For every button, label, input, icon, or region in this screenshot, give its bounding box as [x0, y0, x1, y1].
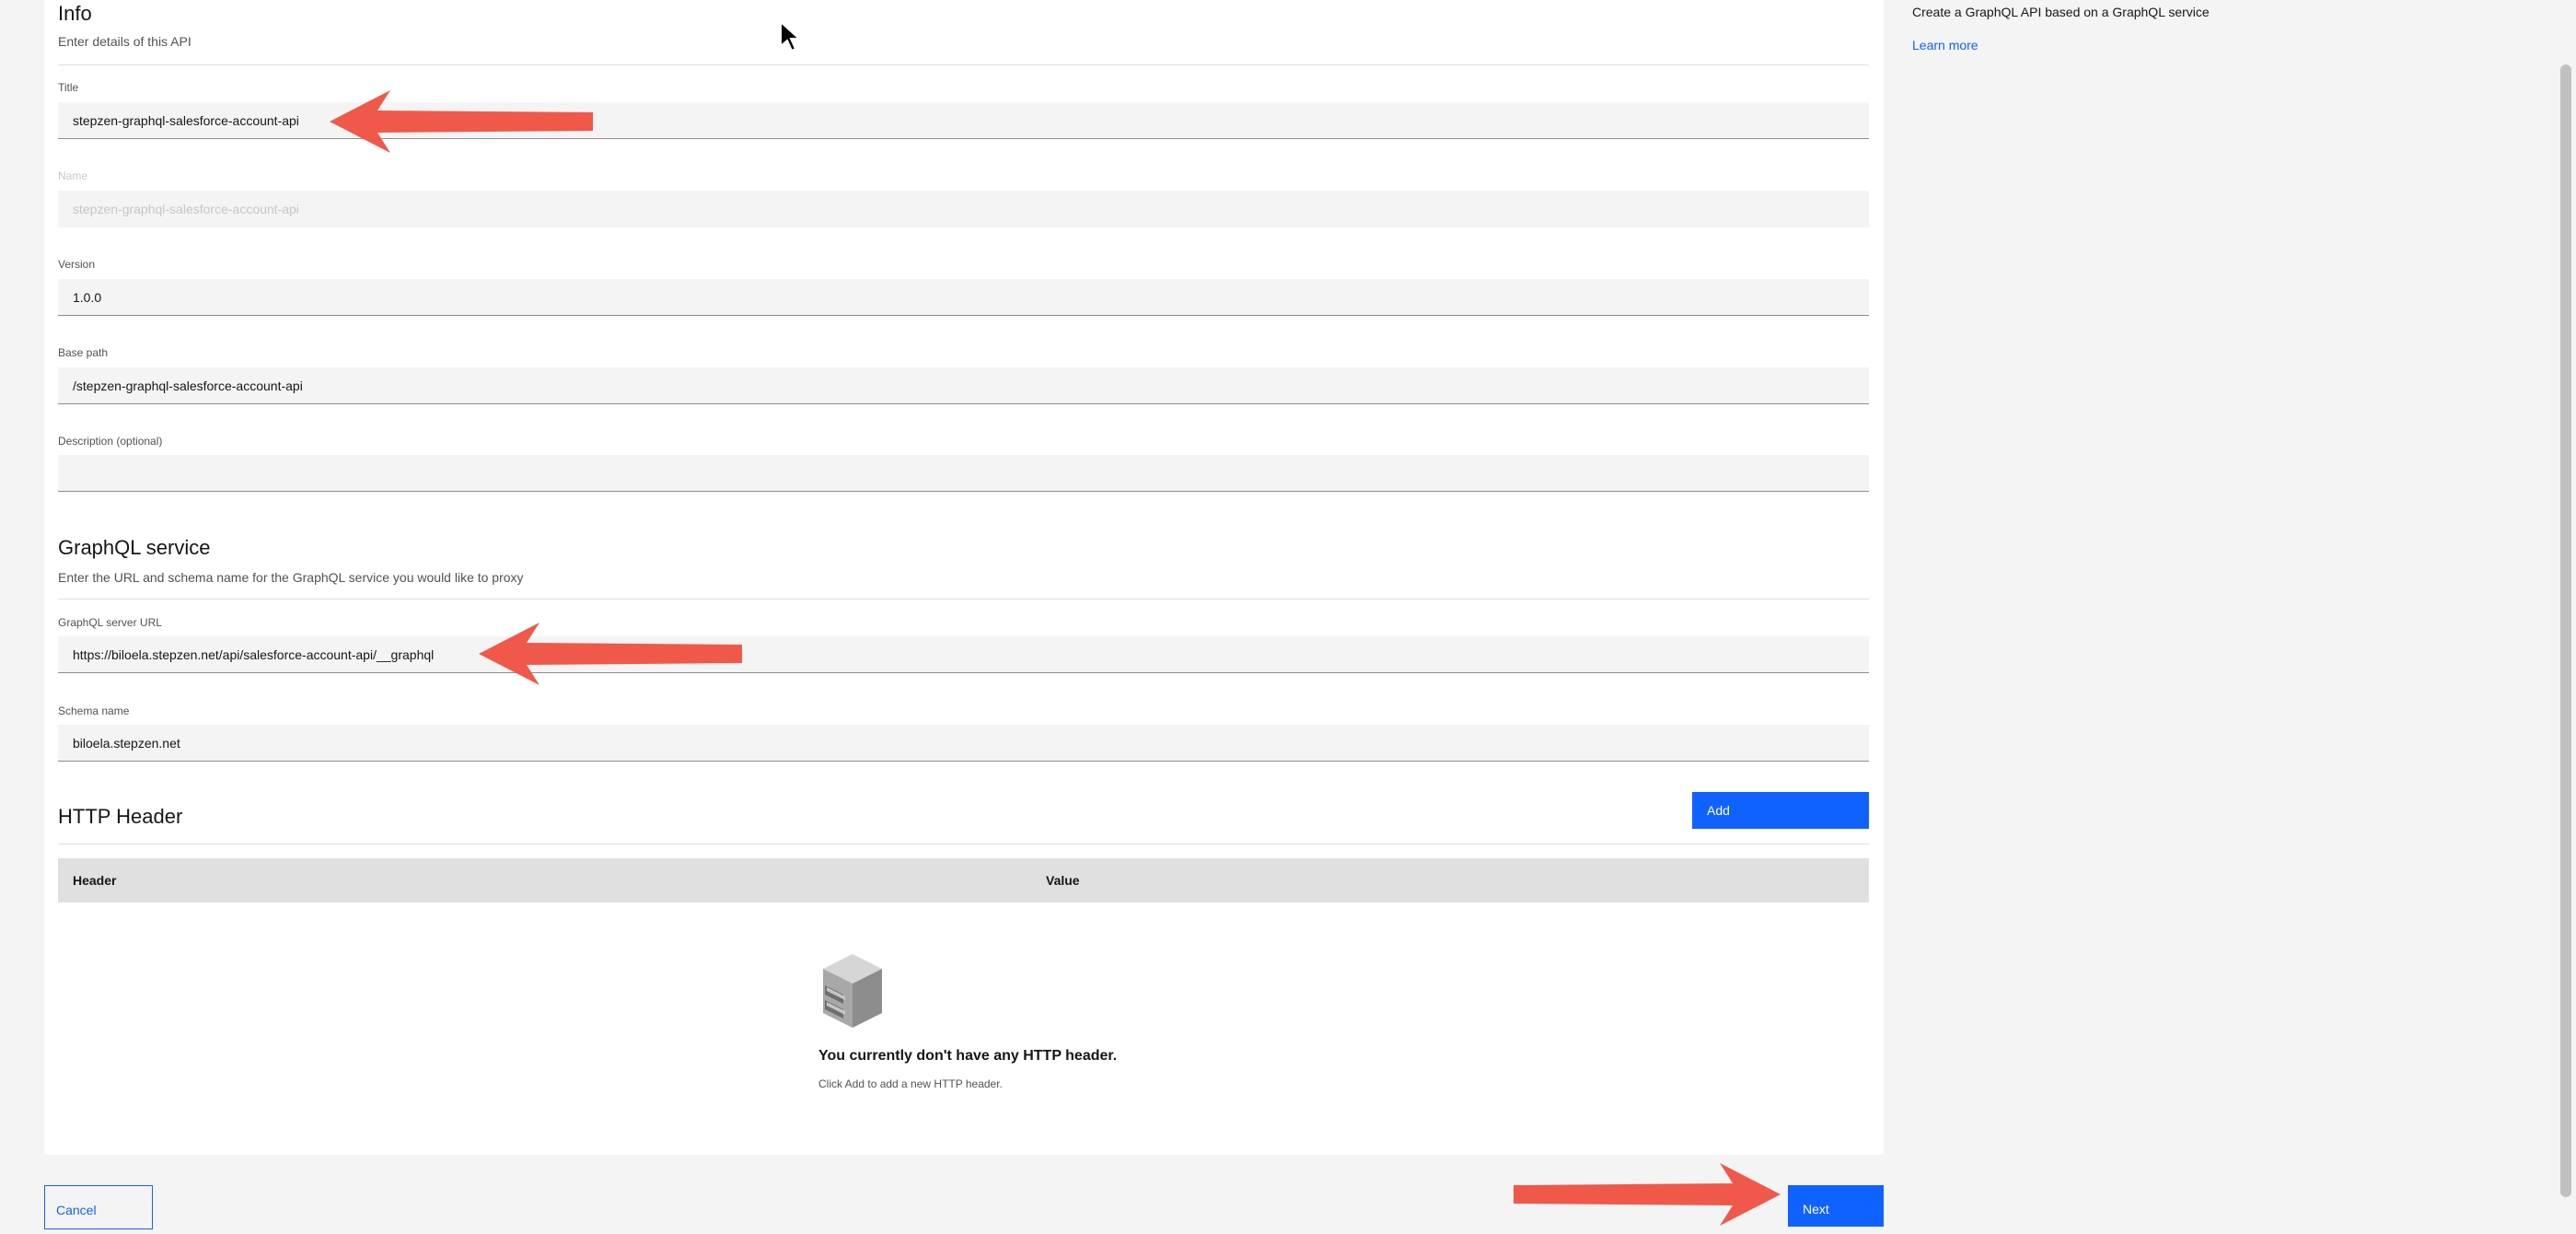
annotation-arrows-layer — [330, 90, 1781, 1226]
annotation-arrow-next — [1514, 1163, 1781, 1226]
annotation-arrow-server-url — [479, 623, 742, 685]
annotation-arrow-title — [330, 90, 593, 153]
mouse-cursor-icon — [780, 20, 801, 52]
